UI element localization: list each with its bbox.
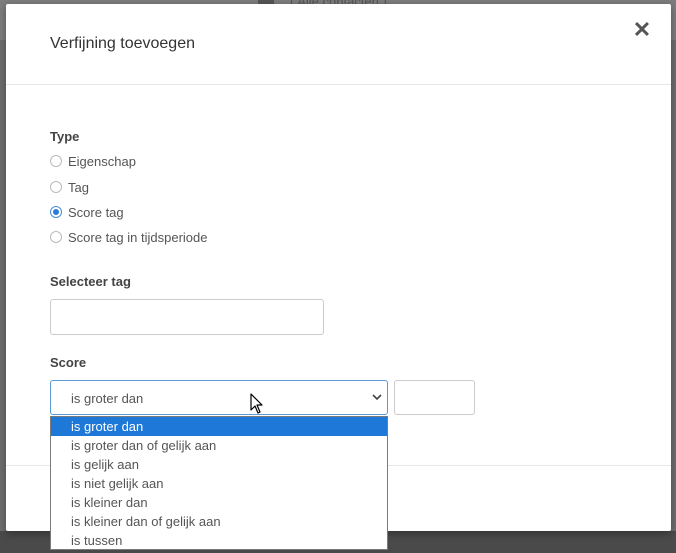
type-label: Type — [50, 129, 80, 144]
score-operator-dropdown: is groter dan is groter dan of gelijk aa… — [50, 416, 388, 550]
modal-header: Verfijning toevoegen ✕ — [6, 4, 671, 85]
select-value: is groter dan — [71, 391, 144, 406]
score-operator-select[interactable]: is groter dan — [50, 380, 388, 415]
radio-label: Score tag — [68, 204, 124, 220]
dropdown-option[interactable]: is gelijk aan — [51, 455, 387, 474]
chevron-down-icon — [372, 394, 382, 401]
dropdown-option[interactable]: is tussen — [51, 531, 387, 550]
radio-button[interactable] — [50, 231, 62, 243]
dropdown-option[interactable]: is groter dan — [51, 417, 387, 436]
close-icon[interactable]: ✕ — [630, 18, 654, 42]
dropdown-option[interactable]: is niet gelijk aan — [51, 474, 387, 493]
modal-title: Verfijning toevoegen — [50, 35, 195, 52]
score-label: Score — [50, 355, 87, 370]
selecteer-tag-label: Selecteer tag — [50, 274, 131, 289]
dropdown-option[interactable]: is kleiner dan — [51, 493, 387, 512]
mouse-cursor-icon — [250, 393, 263, 414]
dropdown-option[interactable]: is groter dan of gelijk aan — [51, 436, 387, 455]
radio-label: Eigenschap — [68, 153, 136, 169]
score-value-input[interactable] — [394, 380, 475, 415]
radio-label: Score tag in tijdsperiode — [68, 229, 208, 245]
radio-button[interactable] — [50, 155, 62, 167]
radio-score-tag[interactable]: Score tag — [50, 203, 124, 221]
radio-eigenschap[interactable]: Eigenschap — [50, 152, 136, 170]
radio-tag[interactable]: Tag — [50, 178, 89, 196]
dropdown-option[interactable]: is kleiner dan of gelijk aan — [51, 512, 387, 531]
radio-button-checked[interactable] — [50, 206, 62, 218]
tag-input[interactable] — [50, 299, 324, 335]
radio-button[interactable] — [50, 181, 62, 193]
radio-label: Tag — [68, 179, 89, 195]
radio-score-tag-tijdsperiode[interactable]: Score tag in tijdsperiode — [50, 228, 207, 246]
